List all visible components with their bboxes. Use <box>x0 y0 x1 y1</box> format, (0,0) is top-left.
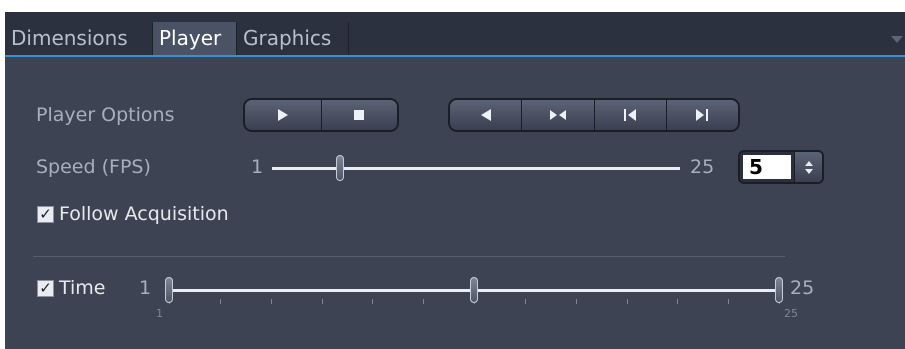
time-scale-tick <box>372 299 373 304</box>
tab-dimensions[interactable]: Dimensions <box>5 22 153 55</box>
time-min-label: 1 <box>139 277 152 299</box>
stop-icon <box>354 110 365 120</box>
time-scale-tick <box>627 299 628 304</box>
spinbox-stepper[interactable] <box>794 152 822 182</box>
chevron-down-icon[interactable] <box>891 36 903 43</box>
time-max-label: 25 <box>790 277 815 299</box>
speed-max-label: 25 <box>690 156 715 178</box>
skip-to-start-button[interactable] <box>595 100 667 130</box>
speed-spinbox-value[interactable]: 5 <box>743 155 791 179</box>
time-scale-tick <box>322 299 323 304</box>
time-range-end-handle[interactable] <box>775 277 783 303</box>
spin-up-icon[interactable] <box>804 160 813 166</box>
skip-to-start-icon-part <box>628 109 637 121</box>
speed-slider-thumb[interactable] <box>336 155 344 181</box>
skip-to-end-icon <box>696 109 705 121</box>
tab-player[interactable]: Player <box>153 22 237 55</box>
skip-to-start-icon <box>624 109 627 121</box>
skip-to-end-button[interactable] <box>667 100 738 130</box>
skip-to-end-icon-part <box>706 109 709 121</box>
navigation-button-group <box>448 98 740 132</box>
time-range-start-handle[interactable] <box>165 277 173 303</box>
play-icon <box>277 109 288 121</box>
stop-button[interactable] <box>322 100 398 130</box>
bounce-icon-part <box>558 110 566 120</box>
tab-bar: Dimensions Player Graphics <box>5 12 905 57</box>
player-panel: Dimensions Player Graphics Player Option… <box>5 12 905 349</box>
speed-label: Speed (FPS) <box>36 156 151 178</box>
playback-button-group <box>243 98 399 132</box>
speed-spinbox[interactable]: 5 <box>738 150 824 184</box>
bounce-icon <box>549 110 557 120</box>
speed-min-label: 1 <box>251 156 264 178</box>
time-scale-tick <box>220 299 221 304</box>
follow-acquisition-label: Follow Acquisition <box>59 203 229 225</box>
step-back-button[interactable] <box>450 100 523 130</box>
section-divider <box>33 256 785 257</box>
spin-down-icon[interactable] <box>804 168 813 174</box>
time-checkbox[interactable]: ✓ <box>37 280 54 297</box>
time-scale-min: 1 <box>156 307 163 320</box>
time-current-handle[interactable] <box>470 277 478 303</box>
time-scale-tick <box>576 299 577 304</box>
time-scale-tick <box>271 299 272 304</box>
speed-slider-track[interactable] <box>272 167 680 170</box>
time-scale-tick <box>525 299 526 304</box>
time-label: Time <box>59 277 106 299</box>
follow-acquisition-checkbox[interactable]: ✓ <box>37 206 54 223</box>
time-scale-tick <box>728 299 729 304</box>
step-back-icon <box>480 109 491 121</box>
play-button[interactable] <box>245 100 322 130</box>
bounce-button[interactable] <box>522 100 595 130</box>
time-scale-tick <box>423 299 424 304</box>
time-scale-max: 25 <box>784 307 798 320</box>
player-options-label: Player Options <box>36 104 175 126</box>
time-scale-tick <box>677 299 678 304</box>
tab-graphics[interactable]: Graphics <box>237 22 349 55</box>
